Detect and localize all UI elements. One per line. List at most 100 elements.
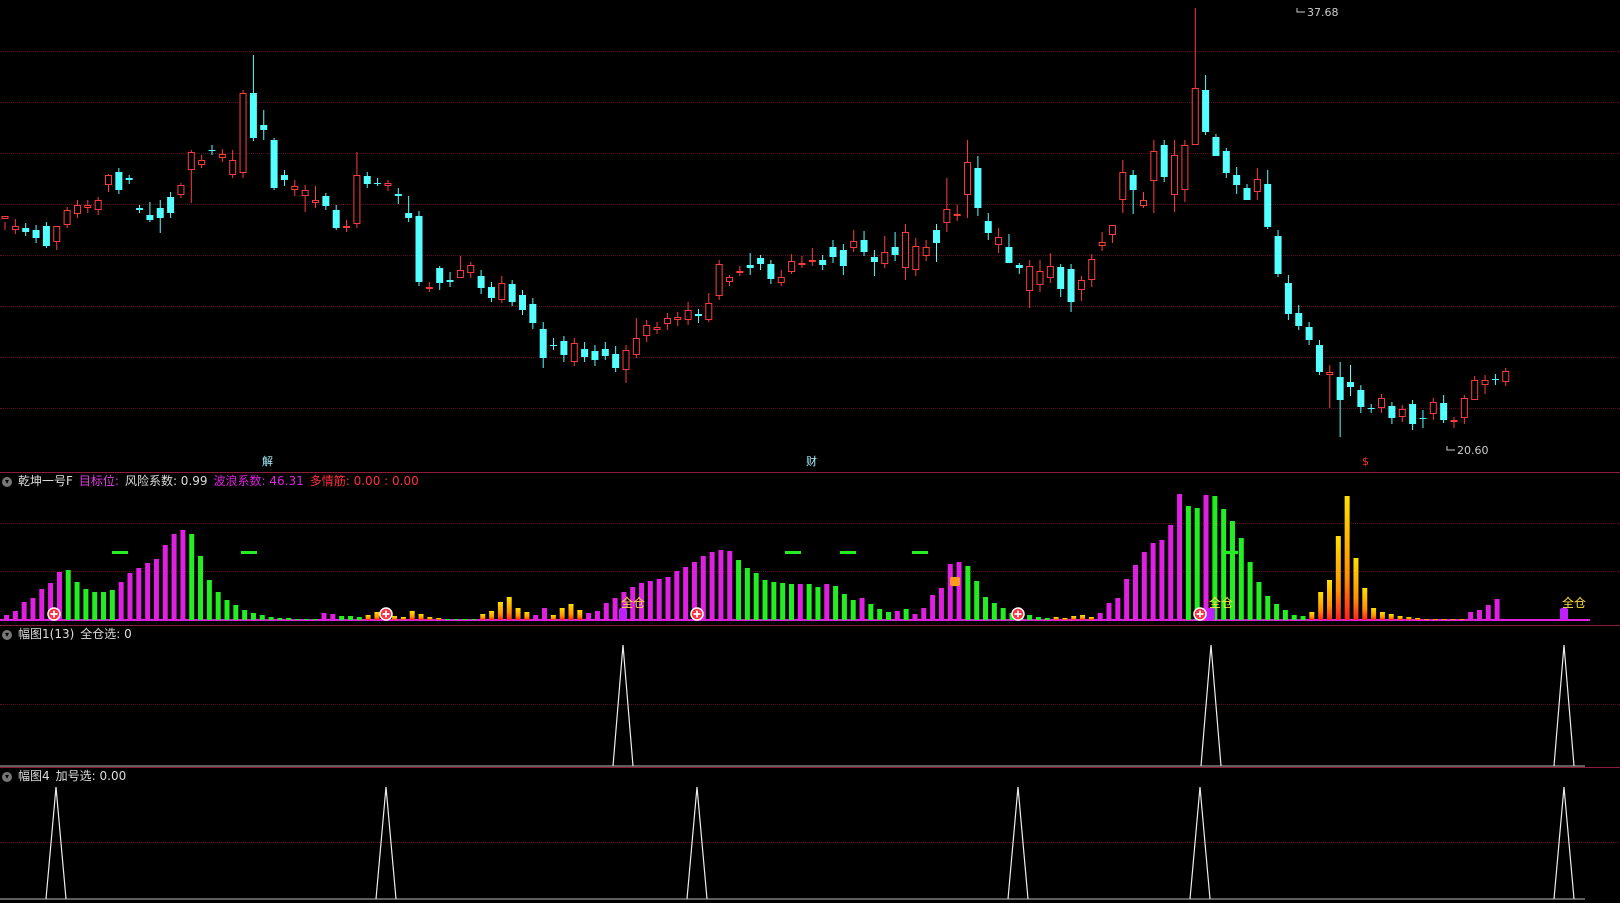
candle <box>1274 230 1282 277</box>
candle <box>943 178 951 232</box>
osc-bar <box>1282 610 1288 620</box>
collapse-icon[interactable]: ▾ <box>2 476 12 487</box>
osc-bar <box>1335 536 1341 620</box>
oscillator-panel[interactable]: 全仓 全仓 全仓 ▾ 乾坤一号F 目标位: 风险系数: 0.99 波浪系数: 46.31 多情… <box>0 473 1620 625</box>
high-pointer <box>1296 8 1305 13</box>
candle <box>881 236 889 268</box>
candle <box>446 272 454 287</box>
candle <box>1212 134 1220 156</box>
candle <box>674 312 682 326</box>
candle <box>850 230 858 252</box>
candle <box>73 200 81 218</box>
fig4-name[interactable]: 幅图4 <box>18 769 50 783</box>
signal-dash <box>912 551 928 554</box>
candle <box>1295 305 1303 330</box>
osc-bar <box>780 583 786 620</box>
fig1-name[interactable]: 幅图1(13) <box>18 627 74 641</box>
candle <box>560 336 568 362</box>
osc-bar <box>568 604 574 620</box>
indicator-name[interactable]: 乾坤一号F <box>18 474 73 488</box>
osc-bar <box>339 616 345 620</box>
candle <box>694 309 702 323</box>
osc-bar <box>1062 618 1068 620</box>
osc-bar <box>286 618 292 620</box>
candle <box>788 254 796 274</box>
fig1-panel[interactable]: ▾ 幅图1(13) 全仓选: 0 <box>0 626 1620 767</box>
candle <box>332 205 340 230</box>
candle <box>177 183 185 198</box>
osc-bar <box>480 614 486 620</box>
signal-spike <box>1553 786 1575 900</box>
candle <box>260 110 268 140</box>
osc-bar <box>841 594 847 620</box>
candle <box>1150 140 1158 213</box>
osc-bar <box>233 605 239 620</box>
osc-bar <box>445 619 450 620</box>
osc-bar <box>877 609 883 620</box>
collapse-icon[interactable]: ▾ <box>2 629 12 640</box>
fig4-chart[interactable] <box>0 768 1620 903</box>
candle <box>829 240 837 263</box>
osc-bar <box>1097 613 1103 620</box>
candle <box>280 170 288 186</box>
candle <box>32 225 40 243</box>
osc-bar <box>1468 612 1474 620</box>
candle <box>1367 404 1375 413</box>
osc-bar <box>1291 615 1297 620</box>
high-price-label: 37.68 <box>1307 6 1339 19</box>
osc-bar <box>991 603 997 620</box>
osc-bar <box>744 568 750 620</box>
candle <box>1305 322 1313 345</box>
osc-bar <box>409 611 415 620</box>
candle <box>249 55 257 141</box>
osc-bar <box>656 579 662 620</box>
signal-spike <box>1553 644 1575 767</box>
fig1-chart[interactable] <box>0 626 1620 767</box>
oscillator-chart[interactable]: 全仓 全仓 全仓 <box>0 473 1620 625</box>
osc-bar <box>1450 619 1456 620</box>
candle <box>187 150 195 203</box>
candle <box>167 192 175 218</box>
candle <box>301 185 309 212</box>
osc-bar <box>162 545 168 620</box>
marker-jie[interactable]: 解 <box>262 456 273 468</box>
osc-bar <box>418 614 424 620</box>
osc-bar <box>206 580 212 620</box>
osc-bar <box>1071 616 1077 620</box>
osc-bar <box>1177 494 1183 620</box>
osc-bar <box>198 556 204 620</box>
candle <box>1191 8 1199 145</box>
candle <box>746 253 754 275</box>
osc-bar <box>153 559 159 620</box>
candlestick-chart[interactable] <box>0 0 1620 472</box>
marker-dollar[interactable]: $ <box>1362 456 1369 468</box>
osc-bar <box>1388 614 1394 620</box>
osc-bar <box>1371 608 1377 620</box>
osc-bar <box>683 567 689 620</box>
candle <box>436 266 444 290</box>
candle <box>343 220 351 232</box>
candle <box>11 219 19 234</box>
osc-bar <box>12 611 18 620</box>
main-chart-panel[interactable]: 37.68 20.60 解 财 $ <box>0 0 1620 472</box>
marker-cai[interactable]: 财 <box>806 456 817 468</box>
osc-bar <box>118 582 124 620</box>
candle <box>1347 365 1354 396</box>
signal-spike <box>1200 644 1222 767</box>
wave-label: 波浪系数: 46.31 <box>213 474 304 488</box>
candle <box>1108 225 1116 243</box>
osc-bar <box>171 534 177 620</box>
osc-bar <box>1027 615 1033 620</box>
osc-bar <box>859 598 865 620</box>
osc-bar <box>277 618 283 620</box>
osc-bar <box>947 564 953 620</box>
candle <box>405 196 413 222</box>
osc-bar <box>1415 618 1421 620</box>
osc-bar <box>1159 540 1165 620</box>
candle <box>1036 260 1044 292</box>
candle <box>1067 264 1075 312</box>
osc-bar <box>1132 565 1138 620</box>
fig4-panel[interactable]: ▾ 幅图4 加号选: 0.00 <box>0 768 1620 903</box>
collapse-icon[interactable]: ▾ <box>2 771 12 782</box>
osc-bar <box>921 608 927 620</box>
